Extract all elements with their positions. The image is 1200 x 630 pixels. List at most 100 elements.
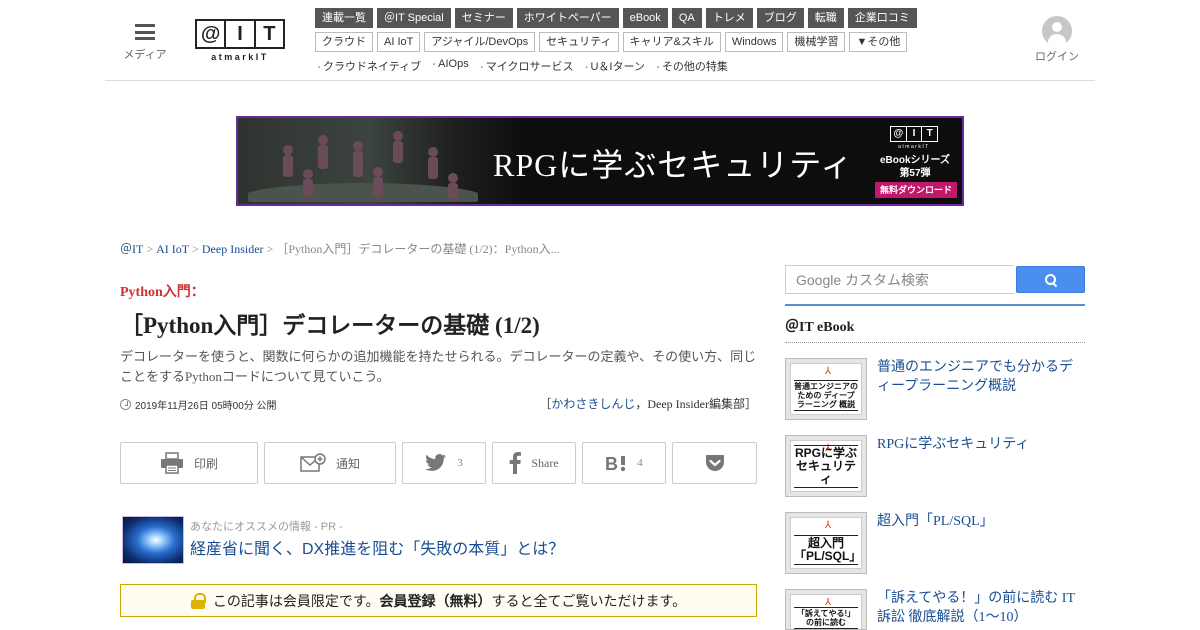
- twitter-share-count: 3: [457, 457, 463, 469]
- breadcrumb-ai-iot[interactable]: AI IoT: [156, 242, 189, 256]
- login-button[interactable]: ログイン: [1027, 16, 1087, 64]
- nav-series[interactable]: 連載一覧: [315, 8, 373, 28]
- page-title: ［Python入門］デコレーターの基礎 (1/2): [120, 313, 540, 338]
- logo-subtitle: atmarkIT: [211, 52, 269, 62]
- banner-logo-subtitle: atmarkIT: [898, 144, 930, 150]
- notice-text-before: この記事は会員限定です。: [212, 592, 380, 609]
- logo-letter: @: [197, 21, 227, 47]
- hatena-bookmark-button[interactable]: B 4: [582, 442, 666, 484]
- nav-company-reviews[interactable]: 企業口コミ: [847, 8, 917, 28]
- facebook-share-label: Share: [531, 455, 559, 470]
- nav-it-special[interactable]: ＠IT Special: [377, 8, 451, 28]
- banner-series-number: 第57弾: [899, 168, 931, 179]
- ebook-item[interactable]: ⅄ 「訴えてやる!」 の前に読む 「訴えてやる！」の前に読む IT訴訟 徹底解説…: [785, 589, 1085, 630]
- author-link[interactable]: かわさきしんじ: [551, 397, 635, 411]
- primary-nav: 連載一覧 ＠IT Special セミナー ホワイトペーパー eBook QA …: [315, 8, 917, 28]
- author-suffix: ，Deep Insider編集部］: [635, 397, 757, 411]
- share-toolbar: 印刷 通知 3 Share B 4: [120, 442, 757, 484]
- ebook-title: 超入門「PL/SQL」: [877, 514, 994, 529]
- media-menu-label: メディア: [123, 49, 167, 61]
- svg-text:B: B: [605, 454, 618, 472]
- banner-logo-letter: @: [891, 127, 907, 141]
- nav-feature-ui-turn[interactable]: U＆Iターン: [582, 58, 644, 74]
- nav-others-dropdown[interactable]: ▼その他: [849, 32, 908, 52]
- nav-feature-microservices[interactable]: マイクロサービス: [478, 58, 574, 74]
- login-label: ログイン: [1035, 51, 1079, 63]
- sidebar-ebook-heading: ＠IT eBook: [785, 320, 855, 335]
- ebook-cover-title: RPGに学ぶ セキュリティ: [794, 445, 858, 488]
- banner-series-line: eBookシリーズ: [879, 155, 951, 166]
- ebook-cover: ⅄ RPGに学ぶ セキュリティ: [785, 435, 867, 497]
- member-only-notice: この記事は会員限定です。会員登録（無料）すると全てご覧いただけます。: [120, 584, 757, 617]
- feature-nav: クラウドネイティブ AIOps マイクロサービス U＆Iターン その他の特集: [315, 58, 728, 74]
- twitter-bird-icon: [425, 454, 447, 471]
- rpg-figures-illustration: [248, 131, 478, 202]
- nav-ai-iot[interactable]: AI IoT: [377, 32, 421, 52]
- ebook-title: 普通のエンジニアでも分かるディープラーニング概説: [877, 360, 1073, 394]
- facebook-share-button[interactable]: Share: [492, 442, 576, 484]
- ebook-cover: ⅄ 超入門 「PL/SQL」: [785, 512, 867, 574]
- nav-cloud[interactable]: クラウド: [315, 32, 373, 52]
- author-prefix: ［: [539, 397, 552, 411]
- nav-feature-other[interactable]: その他の特集: [654, 58, 728, 74]
- notify-label: 通知: [335, 456, 360, 471]
- nav-qa[interactable]: QA: [671, 8, 702, 28]
- twitter-share-button[interactable]: 3: [402, 442, 486, 484]
- logo-letter: T: [263, 22, 276, 45]
- ebook-cover: ⅄ 普通エンジニアのための ディープラーニング 概説: [785, 358, 867, 420]
- hamburger-icon: [135, 24, 155, 40]
- nav-feature-cloud-native[interactable]: クラウドネイティブ: [315, 58, 421, 74]
- ebook-cover-title: 超入門 「PL/SQL」: [794, 535, 862, 565]
- search-input[interactable]: [786, 266, 1014, 293]
- publish-date-text: 2019年11月26日 05時00分 公開: [135, 401, 277, 412]
- banner-logo-letter: I: [907, 127, 923, 141]
- nav-windows[interactable]: Windows: [724, 32, 784, 52]
- nav-seminar[interactable]: セミナー: [454, 8, 513, 28]
- nav-ebook[interactable]: eBook: [622, 8, 668, 28]
- user-avatar-icon: [1042, 16, 1072, 46]
- ebook-banner-ad[interactable]: RPGに学ぶセキュリティ @ I T atmarkIT eBookシリーズ 第5…: [236, 116, 964, 206]
- nav-machine-learning[interactable]: 機械学習: [787, 32, 846, 52]
- atmarkit-logo[interactable]: @ I T atmarkIT: [195, 19, 285, 63]
- nav-blog[interactable]: ブログ: [756, 8, 804, 28]
- nav-whitepaper[interactable]: ホワイトペーパー: [516, 8, 619, 28]
- print-label: 印刷: [193, 456, 218, 471]
- ebook-item[interactable]: ⅄ 超入門 「PL/SQL」 超入門「PL/SQL」: [785, 512, 1085, 574]
- notify-button[interactable]: 通知: [264, 442, 396, 484]
- pr-thumbnail[interactable]: [122, 516, 184, 564]
- search-icon: [1044, 273, 1057, 286]
- print-button[interactable]: 印刷: [120, 442, 258, 484]
- publish-date: 2019年11月26日 05時00分 公開: [120, 397, 277, 412]
- ebook-item[interactable]: ⅄ 普通エンジニアのための ディープラーニング 概説 普通のエンジニアでも分かる…: [785, 358, 1085, 420]
- ebook-cover-title: 「訴えてやる!」 の前に読む: [794, 607, 858, 629]
- logo-letter: I: [226, 21, 256, 47]
- mail-plus-icon: [300, 453, 326, 472]
- banner-atmarkit-logo: @ I T: [890, 126, 938, 142]
- notice-text-after: すると全てご覧いただけます。: [491, 592, 687, 609]
- site-header: メディア @ I T atmarkIT 連載一覧 ＠IT Special セミナ…: [105, 0, 1095, 81]
- lock-icon: [190, 592, 206, 609]
- nav-career-skill[interactable]: キャリア&スキル: [622, 32, 721, 52]
- sidebar-dotted-divider: [785, 342, 1085, 343]
- ebook-cover: ⅄ 「訴えてやる!」 の前に読む: [785, 589, 867, 630]
- ebook-title: 「訴えてやる！」の前に読む IT訴訟 徹底解説（1～10）: [877, 591, 1076, 625]
- nav-security[interactable]: セキュリティ: [539, 32, 619, 52]
- banner-download-button[interactable]: 無料ダウンロード: [875, 182, 957, 198]
- printer-icon: [160, 452, 183, 474]
- search-button[interactable]: [1016, 266, 1085, 293]
- ebook-title: RPGに学ぶセキュリティ: [877, 437, 1030, 452]
- nav-career-change[interactable]: 転職: [807, 8, 844, 28]
- breadcrumb-home[interactable]: ＠IT: [120, 242, 143, 256]
- nav-treme[interactable]: トレメ: [705, 8, 753, 28]
- nav-feature-aiops[interactable]: AIOps: [430, 58, 469, 74]
- breadcrumb-current: ［Python入門］デコレーターの基礎 (1/2)：Python入...: [276, 242, 560, 256]
- ebook-item[interactable]: ⅄ RPGに学ぶ セキュリティ RPGに学ぶセキュリティ: [785, 435, 1085, 497]
- notice-text: この記事は会員限定です。会員登録（無料）すると全てご覧いただけます。: [213, 591, 686, 611]
- nav-agile-devops[interactable]: アジャイル/DevOps: [424, 32, 536, 52]
- pocket-button[interactable]: [672, 442, 757, 484]
- pr-link[interactable]: 経産省に聞く、DX推進を阻む「失敗の本質」とは？: [190, 535, 564, 559]
- facebook-f-icon: [510, 452, 522, 474]
- member-register-link[interactable]: 会員登録（無料）: [380, 593, 492, 609]
- breadcrumb-deep-insider[interactable]: Deep Insider: [202, 242, 264, 256]
- media-menu-button[interactable]: メディア: [121, 20, 169, 62]
